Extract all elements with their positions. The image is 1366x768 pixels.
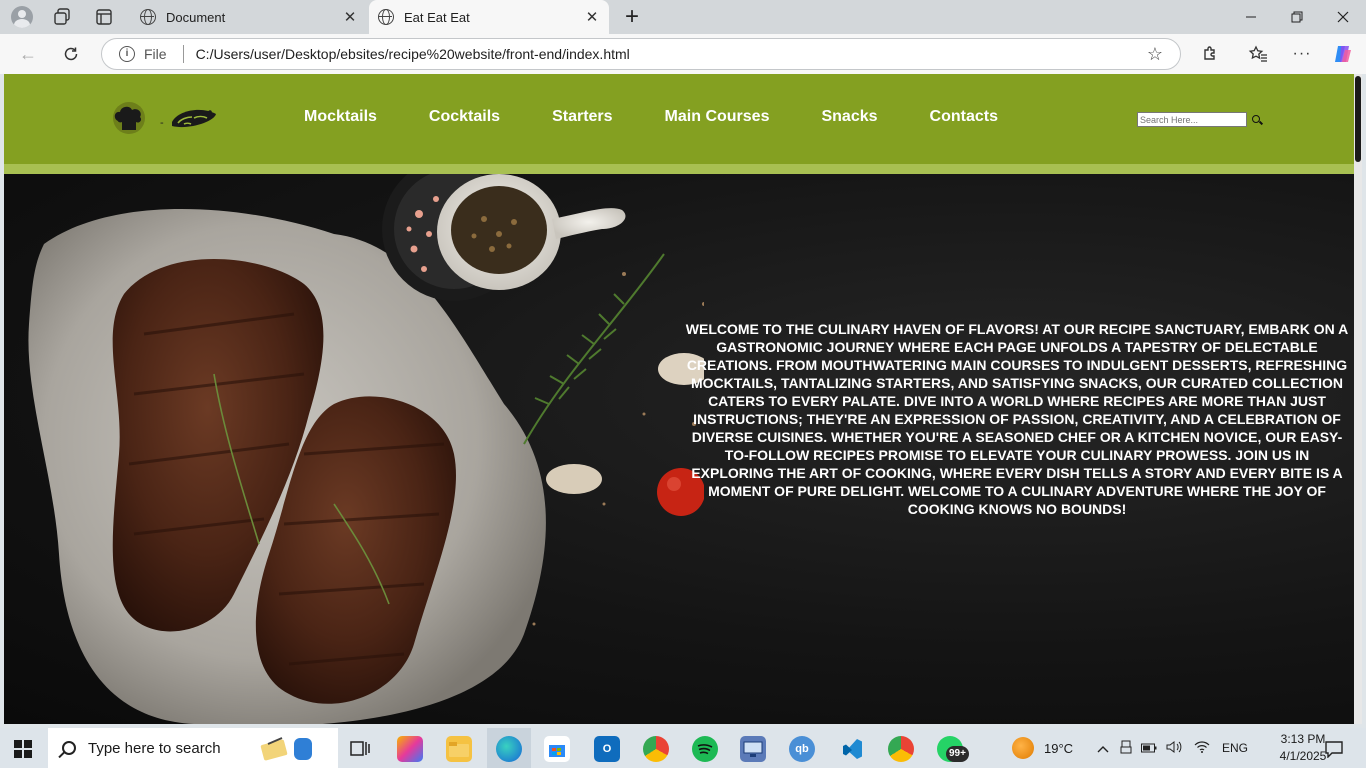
search-highlight-icon [260, 737, 312, 761]
edge-browser-icon[interactable] [496, 736, 522, 762]
nav-main-courses[interactable]: Main Courses [665, 108, 770, 126]
search-icon[interactable] [1252, 114, 1262, 125]
more-options-icon[interactable]: ··· [1289, 42, 1315, 66]
tab-title: Document [166, 9, 226, 25]
copilot-icon[interactable] [1330, 42, 1356, 66]
copilot-app-icon[interactable] [397, 736, 423, 762]
vscode-icon[interactable] [839, 736, 865, 762]
system-tray: ENG [1097, 728, 1248, 768]
minimize-button[interactable] [1228, 0, 1274, 34]
browser-tab-strip: Document ✕ Eat Eat Eat ✕ + [0, 0, 1366, 34]
site-logo[interactable]: - [110, 101, 220, 137]
chrome-profile-icon[interactable] [888, 736, 914, 762]
workspaces-icon[interactable] [49, 5, 75, 29]
page-viewport: - Mocktails Cocktails Starters Main Cour… [4, 74, 1354, 724]
weather-temp: 19°C [1044, 740, 1074, 756]
search-input[interactable] [1137, 112, 1247, 127]
windows-taskbar: Type here to search O qb 19°C ENG 3:13 P… [0, 728, 1366, 768]
qbittorrent-icon[interactable]: qb [789, 736, 815, 762]
scrollbar-thumb[interactable] [1355, 76, 1361, 162]
page-scrollbar[interactable] [1354, 74, 1362, 724]
hero-welcome-text: Welcome to the culinary haven of flavors… [685, 321, 1349, 517]
globe-icon [140, 9, 156, 25]
volume-icon[interactable] [1166, 740, 1182, 757]
weather-widget[interactable]: 19°C [1012, 728, 1073, 768]
tab-eat-eat-eat[interactable]: Eat Eat Eat ✕ [369, 0, 609, 34]
nav-starters[interactable]: Starters [552, 108, 612, 126]
nav-contacts[interactable]: Contacts [930, 108, 998, 126]
chevron-up-icon[interactable] [1097, 741, 1109, 756]
tab-document[interactable]: Document ✕ [131, 0, 367, 34]
tab-title: Eat Eat Eat [404, 9, 470, 25]
new-tab-button[interactable]: + [619, 3, 645, 31]
wifi-icon[interactable] [1194, 740, 1210, 756]
scheme-label: File [144, 46, 167, 62]
battery-icon[interactable] [1141, 741, 1157, 756]
site-search [1137, 112, 1262, 127]
site-header: - Mocktails Cocktails Starters Main Cour… [4, 74, 1354, 164]
foodify-wordmark-logo [172, 109, 216, 128]
main-nav: Mocktails Cocktails Starters Main Course… [304, 108, 1050, 126]
close-window-button[interactable] [1320, 0, 1366, 34]
remote-desktop-icon[interactable] [740, 736, 766, 762]
refresh-icon[interactable] [58, 42, 84, 66]
chef-hat-logo-icon [113, 102, 145, 134]
favorite-star-icon[interactable]: ☆ [1144, 44, 1166, 65]
whatsapp-notification-badge: 99+ [946, 746, 969, 762]
restore-button[interactable] [1274, 0, 1320, 34]
info-icon[interactable]: i [119, 46, 135, 62]
microsoft-store-icon[interactable] [544, 736, 570, 762]
taskbar-search-placeholder: Type here to search [88, 739, 221, 757]
steak-hero-image [28, 174, 704, 724]
nav-cocktails[interactable]: Cocktails [429, 108, 500, 126]
weather-icon [1012, 737, 1034, 759]
profile-icon[interactable] [9, 5, 35, 29]
windows-start-icon[interactable] [14, 740, 32, 758]
notifications-icon[interactable] [1321, 736, 1347, 762]
language-indicator[interactable]: ENG [1222, 741, 1248, 755]
nav-snacks[interactable]: Snacks [821, 108, 877, 126]
header-accent-stripe [4, 164, 1354, 174]
chrome-icon[interactable] [643, 736, 669, 762]
address-bar[interactable]: i File C:/Users/user/Desktop/ebsites/rec… [101, 38, 1181, 70]
back-arrow-icon[interactable]: ← [15, 42, 41, 66]
browser-toolbar: ← i File C:/Users/user/Desktop/ebsites/r… [0, 34, 1366, 74]
hero-section: Welcome to the culinary haven of flavors… [4, 174, 1354, 724]
file-explorer-icon[interactable] [446, 736, 472, 762]
nav-mocktails[interactable]: Mocktails [304, 108, 377, 126]
task-view-icon[interactable] [347, 736, 373, 762]
favorites-icon[interactable] [1245, 42, 1271, 66]
logo-separator: - [160, 117, 164, 129]
tab-close-icon[interactable]: ✕ [581, 8, 603, 26]
extensions-icon[interactable] [1197, 42, 1223, 66]
url-text[interactable]: C:/Users/user/Desktop/ebsites/recipe%20w… [196, 46, 1144, 62]
taskbar-search[interactable]: Type here to search [48, 728, 338, 768]
spotify-icon[interactable] [692, 736, 718, 762]
tab-actions-icon[interactable] [91, 5, 117, 29]
usb-icon[interactable] [1120, 740, 1132, 757]
outlook-icon[interactable]: O [594, 736, 620, 762]
search-icon [62, 741, 76, 755]
tab-close-icon[interactable]: ✕ [339, 8, 361, 26]
globe-icon [378, 9, 394, 25]
divider [182, 45, 184, 63]
